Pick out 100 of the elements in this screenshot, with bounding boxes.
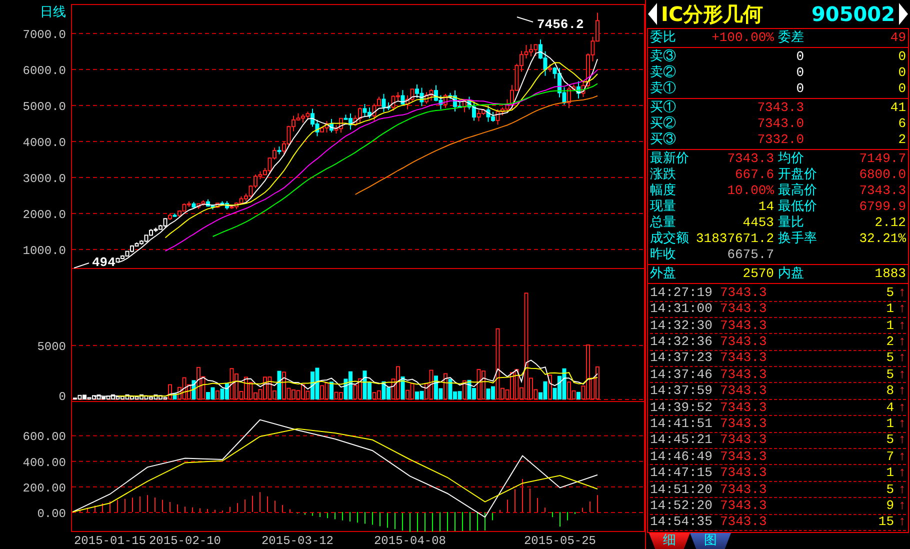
security-code: 905002 <box>812 1 895 28</box>
field-label: 总量 <box>650 215 676 231</box>
field-value: 31837671.2 <box>696 231 774 248</box>
field-value: 667.6 <box>734 167 774 184</box>
trade-volume: 8 <box>886 383 894 400</box>
date-label: 2015-03-12 <box>262 534 334 548</box>
order-price: 7332.0 <box>756 132 804 148</box>
trade-time: 14:45:21 <box>650 432 714 448</box>
field-label: 现量 <box>650 199 676 216</box>
trade-direction: ↑ <box>897 498 906 514</box>
trade-time: 14:46:49 <box>650 448 714 465</box>
axis-label: 7000.0 <box>22 28 66 42</box>
field-label: 最高价 <box>778 183 817 200</box>
field-label: 量比 <box>778 215 804 231</box>
security-name: IC分形几何 <box>661 1 764 28</box>
field-label: 幅度 <box>650 183 676 200</box>
field-value: 6799.9 <box>859 199 906 216</box>
trade-volume: 5 <box>886 482 894 498</box>
order-price: 0 <box>795 81 804 98</box>
trade-volume: 1 <box>886 416 894 432</box>
field-value: 7343.3 <box>727 151 774 168</box>
date-label: 2015-04-08 <box>374 534 446 548</box>
field-value: 7343.3 <box>859 183 906 200</box>
field-value: 14 <box>758 199 774 216</box>
trade-price: 7343.3 <box>720 350 767 366</box>
trade-direction: ↑ <box>897 318 906 334</box>
order-level-label: 买③ <box>650 132 676 148</box>
trade-price: 7343.3 <box>720 416 767 432</box>
trade-price: 7343.3 <box>720 482 767 498</box>
field-label: 换手率 <box>778 231 817 248</box>
field-value: 10.00% <box>727 183 774 200</box>
field-label: 内盘 <box>778 266 804 282</box>
trade-time: 14:32:36 <box>650 334 714 350</box>
trade-direction: ↑ <box>897 301 906 318</box>
trade-time: 14:31:00 <box>650 301 714 318</box>
trade-direction: ↑ <box>897 400 906 416</box>
trade-price: 7343.3 <box>720 301 767 318</box>
order-level-label: 买① <box>650 100 676 116</box>
field-value: +100.00% <box>712 30 774 46</box>
order-level-label: 卖③ <box>650 49 676 65</box>
trade-price: 7343.3 <box>720 366 767 383</box>
trade-volume: 1 <box>886 301 894 318</box>
trade-volume: 5 <box>886 350 894 366</box>
field-label: 均价 <box>778 151 804 168</box>
axis-label: 2000.0 <box>22 208 66 222</box>
order-volume: 0 <box>898 81 906 98</box>
order-level-label: 卖② <box>650 65 676 81</box>
trade-time: 14:37:23 <box>650 350 714 366</box>
trade-time: 14:37:59 <box>650 383 714 400</box>
axis-label: 5000 <box>37 340 66 354</box>
order-price: 7343.3 <box>756 100 804 116</box>
previous-arrow-icon[interactable] <box>648 3 657 26</box>
trade-direction: ↑ <box>897 465 906 482</box>
trade-direction: ↑ <box>897 334 906 350</box>
trade-price: 7343.3 <box>720 400 767 416</box>
trade-volume: 5 <box>886 432 894 448</box>
field-value: 7149.7 <box>859 151 906 168</box>
order-volume: 0 <box>898 49 906 66</box>
order-volume: 0 <box>898 65 906 82</box>
field-value: 32.21% <box>859 231 906 248</box>
field-label: 昨收 <box>650 247 676 264</box>
trade-price: 7343.3 <box>720 334 767 350</box>
trade-price: 7343.3 <box>720 498 767 514</box>
field-label: 最新价 <box>650 151 689 168</box>
trade-volume: 4 <box>886 400 894 416</box>
high-price-label: 7456.2 <box>537 17 584 32</box>
axis-label: 1000.0 <box>22 244 66 258</box>
trade-direction: ↑ <box>897 514 906 530</box>
field-label: 开盘价 <box>778 167 817 183</box>
low-price-label: 494 <box>92 255 116 270</box>
trade-price: 7343.3 <box>720 514 767 530</box>
panel-tab[interactable]: 图 <box>690 533 731 549</box>
trade-volume: 7 <box>886 448 894 465</box>
field-value: 49 <box>890 30 906 46</box>
trade-volume: 9 <box>886 498 894 514</box>
field-value: 4453 <box>742 215 774 232</box>
trade-time: 14:37:46 <box>650 366 714 383</box>
field-label: 最低价 <box>778 199 817 215</box>
trade-price: 7343.3 <box>720 448 767 465</box>
panel-tab[interactable]: 细 <box>649 533 690 549</box>
axis-label: 6000.0 <box>22 64 66 78</box>
trade-time: 14:52:20 <box>650 498 714 514</box>
trade-time: 14:54:35 <box>650 514 714 530</box>
field-value: 6675.7 <box>727 247 774 264</box>
order-price: 7343.0 <box>756 116 804 132</box>
trade-time: 14:39:52 <box>650 400 714 416</box>
date-label: 2015-01-15 <box>74 534 146 548</box>
trade-volume: 5 <box>886 366 894 383</box>
trade-volume: 5 <box>886 284 894 301</box>
trade-time: 14:41:51 <box>650 416 714 432</box>
order-volume: 41 <box>890 100 906 116</box>
order-price: 0 <box>795 49 804 66</box>
order-volume: 6 <box>898 116 906 132</box>
order-price: 0 <box>795 65 804 82</box>
next-arrow-icon[interactable] <box>899 3 908 26</box>
axis-label: 200.00 <box>22 481 66 496</box>
order-level-label: 卖① <box>650 81 676 98</box>
leader-line <box>516 16 534 22</box>
axis-label: 3000.0 <box>22 172 66 186</box>
field-value: 2570 <box>742 266 774 282</box>
